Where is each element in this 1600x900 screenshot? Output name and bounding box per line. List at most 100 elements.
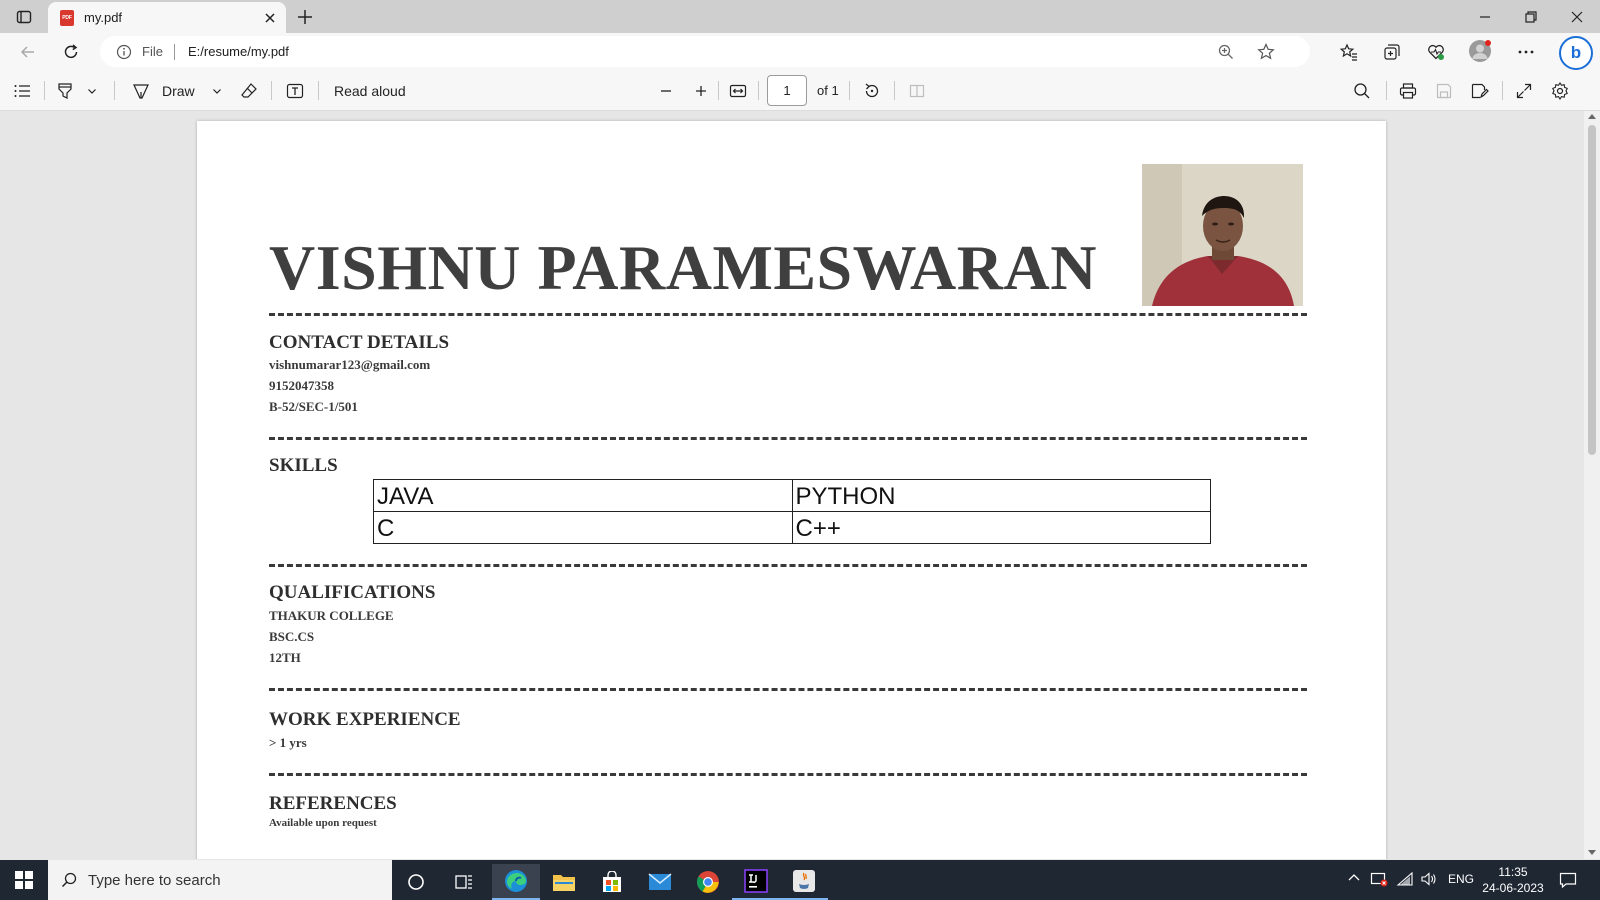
volume-icon[interactable] [1420,871,1438,890]
show-hidden-icons-chevron-icon[interactable] [1347,871,1361,888]
more-options-icon[interactable] [1514,40,1538,64]
zoom-in-plus-icon[interactable] [692,80,710,101]
draw-dropdown-chevron-icon[interactable] [211,80,223,101]
toolbar-divider [271,81,272,100]
scroll-down-arrow-icon[interactable] [1588,850,1596,855]
save-icon [1434,80,1454,101]
minimize-icon[interactable] [1474,6,1496,28]
highlight-dropdown-chevron-icon[interactable] [86,80,98,101]
network-status-icon[interactable] [1370,871,1388,890]
contact-phone: 9152047358 [269,378,334,393]
microsoft-store-icon[interactable] [588,864,636,900]
scrollbar-thumb[interactable] [1588,125,1596,455]
draw-button[interactable]: Draw [162,80,195,101]
toolbar-divider [758,81,759,100]
qualifications-heading: QUALIFICATIONS [269,582,436,603]
windows-start-icon[interactable] [0,860,48,900]
cortana-icon[interactable] [392,864,440,900]
clock-time: 11:35 [1498,865,1528,879]
eraser-icon[interactable] [239,80,259,101]
table-row: C C++ [373,511,1211,544]
pdf-viewer[interactable]: VISHNU PARAMESWARAN CONTACT DETAILS vish… [0,111,1584,859]
close-window-icon[interactable] [1566,6,1588,28]
back-arrow-icon[interactable] [16,40,40,64]
toolbar-divider [849,81,850,100]
toolbar-divider [1386,81,1387,100]
references-value: Available upon request [269,817,377,829]
rotate-icon[interactable] [862,80,882,101]
info-icon[interactable] [116,44,132,60]
java-app-icon[interactable] [780,864,828,900]
fit-to-width-icon[interactable] [728,80,748,101]
work-experience-value: > 1 yrs [269,735,307,750]
contact-address: B-52/SEC-1/501 [269,399,358,414]
read-aloud-button[interactable]: Read aloud [334,80,406,101]
contact-email: vishnumarar123@gmail.com [269,357,431,372]
favorite-star-icon[interactable] [1256,42,1276,62]
section-divider [269,313,1307,316]
zoom-out-icon[interactable] [657,80,675,101]
intellij-idea-icon[interactable] [732,864,780,900]
section-divider [269,437,1307,440]
profile-photo [1142,164,1303,306]
table-row: JAVA PYTHON [373,479,1211,512]
system-clock[interactable]: 11:35 24-06-2023 [1478,864,1548,896]
resume-name: VISHNU PARAMESWARAN [269,232,1097,303]
address-bar[interactable]: File E:/resume/my.pdf [100,36,1310,67]
vertical-scrollbar[interactable] [1584,111,1600,859]
new-tab-icon[interactable] [294,6,316,28]
section-divider [269,688,1307,691]
toolbar-divider [44,81,45,100]
mail-icon[interactable] [636,864,684,900]
full-screen-icon[interactable] [1514,80,1534,101]
file-scheme-label: File [142,44,163,59]
contents-list-icon[interactable] [12,80,32,101]
profile-avatar[interactable] [1469,40,1491,62]
bing-copilot-icon[interactable]: b [1559,36,1593,70]
refresh-icon[interactable] [59,40,83,64]
qualification-item: THAKUR COLLEGE [269,608,394,623]
restore-icon[interactable] [1520,6,1542,28]
work-experience-heading: WORK EXPERIENCE [269,709,461,730]
browser-essentials-icon[interactable] [1424,40,1448,64]
tab-my-pdf[interactable]: PDF my.pdf [48,2,286,33]
section-divider [269,773,1307,776]
file-explorer-icon[interactable] [540,864,588,900]
text-box-icon[interactable] [285,80,305,101]
task-view-icon[interactable] [440,864,488,900]
section-divider [269,564,1307,567]
zoom-in-icon[interactable] [1217,43,1235,61]
highlight-icon[interactable] [55,80,75,101]
toolbar-divider [1502,81,1503,100]
taskbar-search-box[interactable]: Type here to search [48,860,392,900]
find-search-icon[interactable] [1352,80,1372,101]
wifi-icon[interactable] [1396,871,1414,890]
collections-icon[interactable] [1380,40,1404,64]
language-indicator[interactable]: ENG [1448,872,1474,886]
url-text[interactable]: E:/resume/my.pdf [188,44,289,59]
pdf-page: VISHNU PARAMESWARAN CONTACT DETAILS vish… [197,121,1386,859]
scroll-up-arrow-icon[interactable] [1588,114,1596,119]
tab-actions-icon[interactable] [10,6,38,28]
qualification-item: BSC.CS [269,629,315,644]
references-heading: REFERENCES [269,793,397,814]
toolbar-divider [894,81,895,100]
clock-date: 24-06-2023 [1482,881,1544,895]
tab-title: my.pdf [84,10,123,25]
search-placeholder: Type here to search [88,872,221,889]
notifications-icon[interactable] [1558,870,1578,893]
save-as-icon[interactable] [1469,80,1489,101]
edge-browser-icon[interactable] [492,864,540,900]
toolbar-divider [718,81,719,100]
page-number-input[interactable]: 1 [767,75,807,106]
page-count-label: of 1 [817,83,839,98]
favorites-icon[interactable] [1337,40,1361,64]
settings-gear-icon[interactable] [1550,80,1570,101]
chrome-icon[interactable] [684,864,732,900]
skill-cell: C [373,511,793,544]
print-icon[interactable] [1398,80,1418,101]
close-tab-icon[interactable] [262,10,278,26]
draw-icon[interactable] [131,80,151,101]
skills-table: JAVA PYTHON C C++ [373,479,1211,544]
skill-cell: PYTHON [791,479,1211,512]
